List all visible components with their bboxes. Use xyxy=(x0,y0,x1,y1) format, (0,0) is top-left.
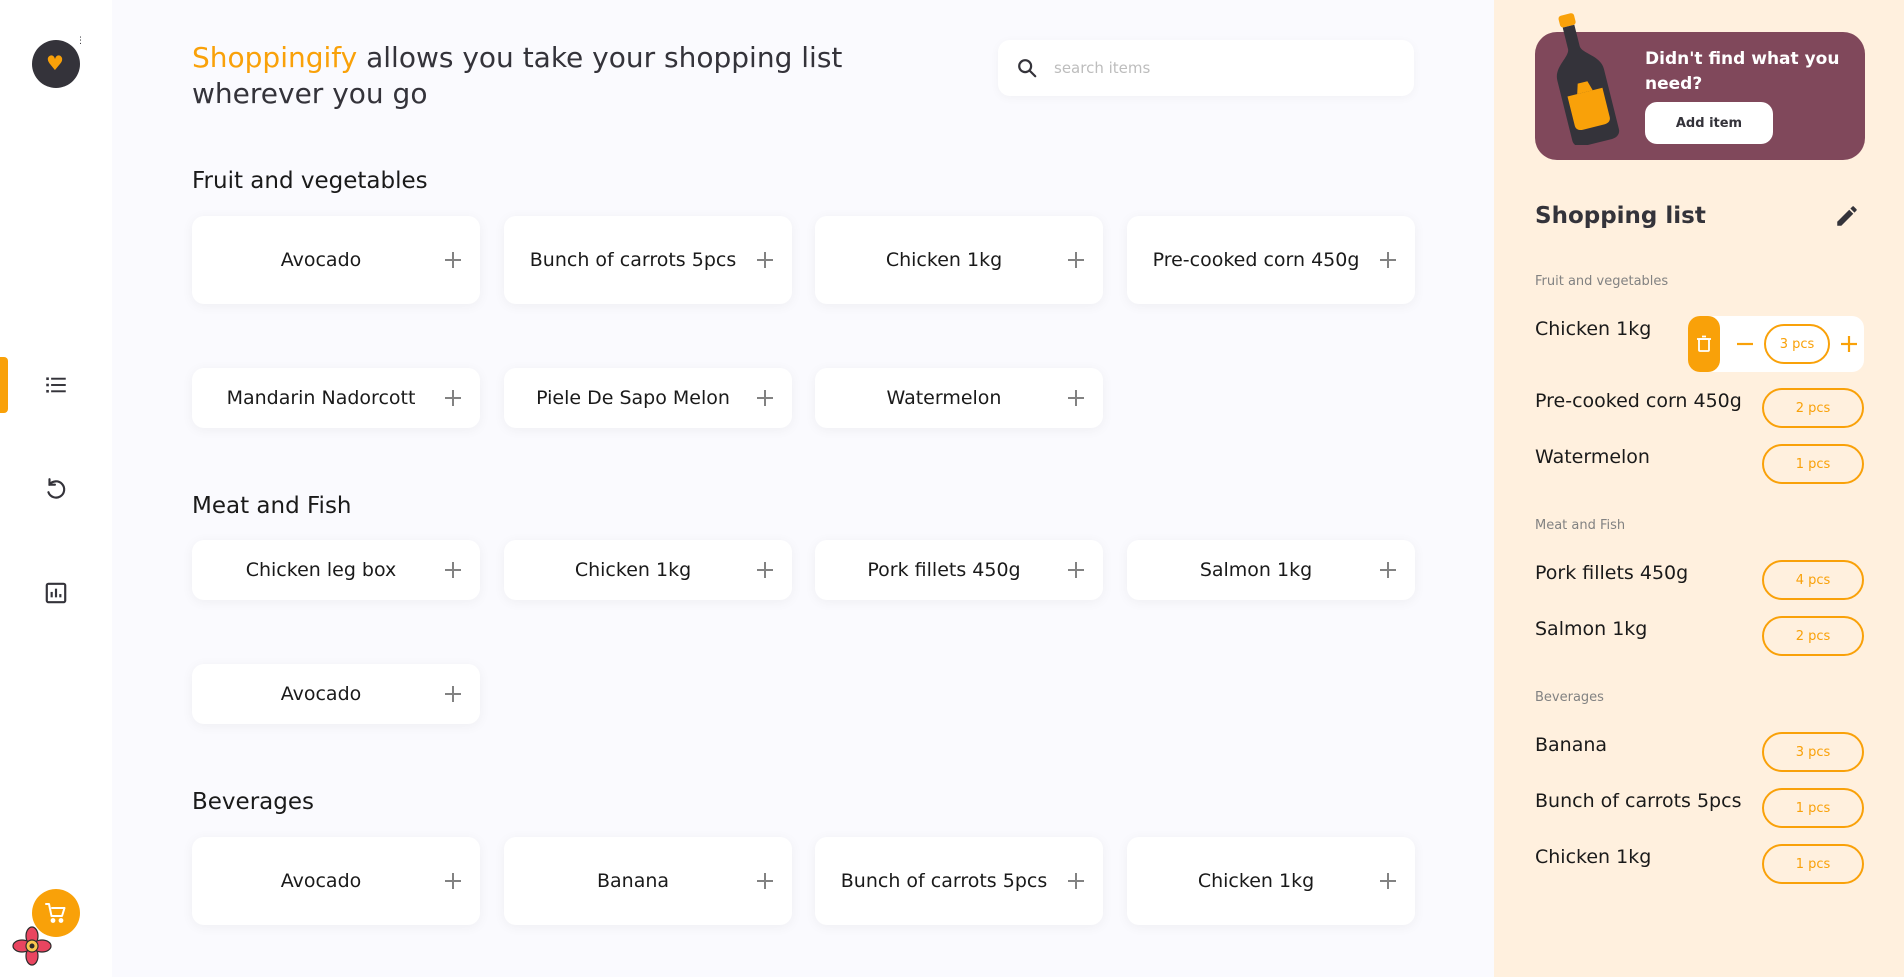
plus-icon[interactable] xyxy=(754,387,776,409)
item-card[interactable]: Chicken 1kg xyxy=(1127,837,1415,925)
plus-icon[interactable] xyxy=(442,387,464,409)
item-card[interactable]: Watermelon xyxy=(815,368,1103,428)
category-title: Fruit and vegetables xyxy=(192,168,428,194)
logo-icon[interactable]: ♥ ⋮ xyxy=(32,36,85,88)
item-name: Watermelon xyxy=(886,387,1002,409)
list-item-name: Banana xyxy=(1535,734,1608,756)
nav-items-button[interactable] xyxy=(36,365,76,405)
plus-icon[interactable] xyxy=(1838,333,1860,355)
item-name: Pork fillets 450g xyxy=(867,559,1021,581)
search-icon xyxy=(1018,59,1037,78)
list-item-name: Salmon 1kg xyxy=(1535,618,1648,640)
search-box[interactable] xyxy=(998,40,1414,96)
search-input[interactable] xyxy=(1054,59,1394,77)
item-name: Chicken 1kg xyxy=(885,249,1003,271)
list-item-name: Chicken 1kg xyxy=(1535,318,1652,340)
history-icon xyxy=(47,478,66,499)
item-name: Bunch of carrots 5pcs xyxy=(840,870,1048,892)
plus-icon[interactable] xyxy=(442,559,464,581)
promo-text: Didn't find what you need? xyxy=(1645,49,1840,94)
item-name: Chicken 1kg xyxy=(574,559,692,581)
quantity-pill[interactable]: 1 pcs xyxy=(1762,788,1864,828)
trash-icon xyxy=(1697,335,1711,352)
quantity-pill[interactable]: 3 pcs xyxy=(1762,732,1864,772)
category-title: Meat and Fish xyxy=(192,493,352,519)
list-category-title: Meat and Fish xyxy=(1535,518,1626,533)
item-name: Avocado xyxy=(280,249,362,271)
cart-icon xyxy=(45,903,66,923)
quantity-pill[interactable]: 1 pcs xyxy=(1762,844,1864,884)
main-content: Shoppingify allows you take your shoppin… xyxy=(112,0,1494,977)
quantity-pill[interactable]: 1 pcs xyxy=(1762,444,1864,484)
plus-icon[interactable] xyxy=(1377,559,1399,581)
item-card[interactable]: Pre-cooked corn 450g xyxy=(1127,216,1415,304)
quantity-pill[interactable]: 2 pcs xyxy=(1762,616,1864,656)
nav-statistics-button[interactable] xyxy=(36,573,76,613)
plus-icon[interactable] xyxy=(1065,870,1087,892)
item-card[interactable]: Pork fillets 450g xyxy=(815,540,1103,600)
item-card[interactable]: Chicken leg box xyxy=(192,540,480,600)
add-item-button[interactable]: Add item xyxy=(1645,102,1773,144)
page-title: Shoppingify allows you take your shoppin… xyxy=(192,40,892,112)
item-name: Chicken 1kg xyxy=(1197,870,1315,892)
pencil-icon[interactable] xyxy=(1834,203,1860,229)
plus-icon[interactable] xyxy=(1065,387,1087,409)
item-card[interactable]: Chicken 1kg xyxy=(504,540,792,600)
plus-icon[interactable] xyxy=(754,249,776,271)
list-item-name: Pork fillets 450g xyxy=(1535,562,1689,584)
plus-icon[interactable] xyxy=(1065,559,1087,581)
item-name: Salmon 1kg xyxy=(1199,559,1313,581)
item-name: Bunch of carrots 5pcs xyxy=(529,249,737,271)
item-card[interactable]: Bunch of carrots 5pcs xyxy=(815,837,1103,925)
minus-icon[interactable] xyxy=(1734,333,1756,355)
plus-icon[interactable] xyxy=(442,249,464,271)
item-card[interactable]: Salmon 1kg xyxy=(1127,540,1415,600)
item-name: Chicken leg box xyxy=(245,559,397,581)
brand-name: Shoppingify xyxy=(192,41,358,74)
shopping-list-title: Shopping list xyxy=(1535,203,1706,229)
item-card[interactable]: Bunch of carrots 5pcs xyxy=(504,216,792,304)
item-card[interactable]: Chicken 1kg xyxy=(815,216,1103,304)
shopping-list-panel: Didn't find what you need? Add item Shop… xyxy=(1494,0,1904,977)
item-name: Avocado xyxy=(280,683,362,705)
list-item-name: Pre-cooked corn 450g xyxy=(1535,390,1742,412)
flower-icon xyxy=(12,926,52,966)
plus-icon[interactable] xyxy=(1377,249,1399,271)
plus-icon[interactable] xyxy=(1377,870,1399,892)
quantity-pill[interactable]: 4 pcs xyxy=(1762,560,1864,600)
plus-icon[interactable] xyxy=(754,559,776,581)
bottle-icon xyxy=(1556,13,1620,145)
item-name: Piele De Sapo Melon xyxy=(536,387,730,409)
chart-icon xyxy=(45,582,67,604)
item-name: Avocado xyxy=(280,870,362,892)
item-card[interactable]: Banana xyxy=(504,837,792,925)
item-name: Mandarin Nadorcott xyxy=(226,387,416,409)
quantity-value: 3 pcs xyxy=(1764,324,1830,364)
item-name: Banana xyxy=(596,870,670,892)
item-card[interactable]: Avocado xyxy=(192,837,480,925)
nav-history-button[interactable] xyxy=(36,469,76,509)
list-icon xyxy=(46,377,66,393)
list-item-name: Chicken 1kg xyxy=(1535,846,1652,868)
side-nav: ♥ ⋮ xyxy=(0,0,112,977)
plus-icon[interactable] xyxy=(1065,249,1087,271)
plus-icon[interactable] xyxy=(442,870,464,892)
delete-button[interactable] xyxy=(1688,316,1720,372)
plus-icon[interactable] xyxy=(754,870,776,892)
item-card[interactable]: Avocado xyxy=(192,664,480,724)
plus-icon[interactable] xyxy=(442,683,464,705)
quantity-pill[interactable]: 2 pcs xyxy=(1762,388,1864,428)
item-name: Pre-cooked corn 450g xyxy=(1152,249,1360,271)
list-category-title: Fruit and vegetables xyxy=(1535,274,1669,289)
item-card[interactable]: Piele De Sapo Melon xyxy=(504,368,792,428)
list-item-name: Bunch of carrots 5pcs xyxy=(1535,790,1742,812)
item-card[interactable]: Mandarin Nadorcott xyxy=(192,368,480,428)
nav-active-indicator xyxy=(0,357,8,413)
list-category-title: Beverages xyxy=(1535,690,1604,705)
item-card[interactable]: Avocado xyxy=(192,216,480,304)
quantity-editor: 3 pcs xyxy=(1688,316,1864,372)
list-item-name: Watermelon xyxy=(1535,446,1650,468)
category-title: Beverages xyxy=(192,789,314,815)
